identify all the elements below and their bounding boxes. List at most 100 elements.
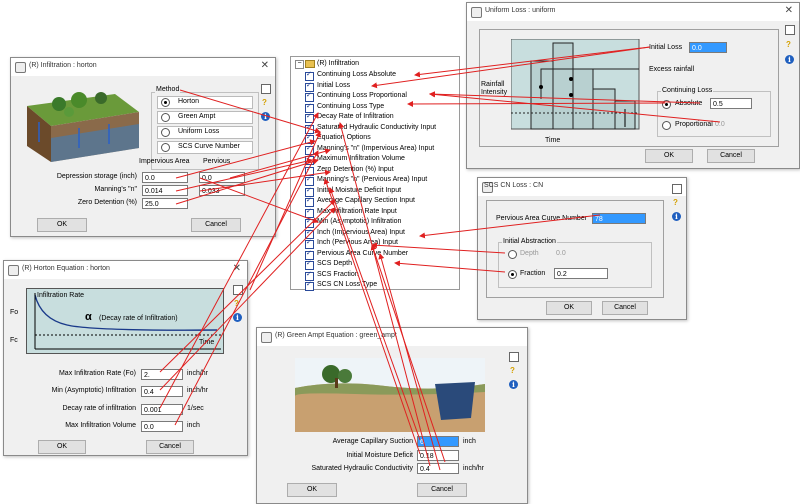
info-icon[interactable]: i bbox=[785, 55, 794, 64]
decay-rate-input[interactable]: 0.001 bbox=[141, 404, 183, 415]
tree-item[interactable]: Pervious Area Curve Number bbox=[317, 250, 408, 259]
proportional-radio[interactable] bbox=[662, 121, 671, 130]
method-scs-option[interactable]: SCS Curve Number bbox=[157, 141, 253, 154]
window-icon bbox=[8, 265, 19, 276]
field-label: Decay rate of infiltration bbox=[62, 405, 136, 412]
capillary-suction-input[interactable]: 6 bbox=[417, 436, 459, 447]
ok-button[interactable]: OK bbox=[287, 483, 337, 497]
absolute-value-input[interactable]: 0.5 bbox=[710, 98, 752, 109]
hydraulic-conductivity-input[interactable]: 0.4 bbox=[417, 463, 459, 474]
help-icon[interactable]: ? bbox=[786, 40, 791, 49]
impervious-column-header: Impervious Area bbox=[139, 158, 190, 165]
tree-item[interactable]: Continuing Loss Absolute bbox=[317, 71, 396, 80]
method-green-ampt-option[interactable]: Green Ampt bbox=[157, 111, 253, 124]
alpha-symbol: α bbox=[85, 311, 92, 323]
cancel-button[interactable]: Cancel bbox=[602, 301, 648, 315]
depth-radio[interactable] bbox=[508, 250, 517, 259]
zero-detention-input[interactable]: 25.0 bbox=[142, 198, 188, 209]
close-icon[interactable]: ✕ bbox=[233, 263, 241, 274]
window-icon bbox=[471, 7, 482, 18]
tree-item[interactable]: Max Infiltration Rate Input bbox=[317, 208, 397, 217]
tree-expand-icon[interactable]: − bbox=[295, 60, 304, 69]
close-icon[interactable]: ✕ bbox=[261, 60, 269, 71]
curve-number-input[interactable]: 78 bbox=[592, 213, 646, 224]
unit-label: inch/hr bbox=[187, 370, 209, 377]
manning-impervious-input[interactable]: 0.014 bbox=[142, 185, 188, 196]
tree-item[interactable]: Saturated Hydraulic Conductivity Input bbox=[317, 124, 436, 133]
fraction-radio[interactable] bbox=[508, 270, 517, 279]
manning-pervious-input[interactable]: 0.033 bbox=[199, 185, 245, 196]
tree-root-label[interactable]: (R) Infiltration bbox=[317, 60, 359, 69]
help-icon[interactable]: ? bbox=[262, 98, 267, 107]
info-icon[interactable]: i bbox=[672, 212, 681, 221]
depression-impervious-input[interactable]: 0.0 bbox=[142, 172, 188, 183]
depth-value: 0.0 bbox=[556, 250, 566, 257]
copy-icon[interactable] bbox=[785, 25, 795, 35]
ok-button[interactable]: OK bbox=[645, 149, 693, 163]
radio-button[interactable] bbox=[161, 128, 170, 137]
cancel-button[interactable]: Cancel bbox=[146, 440, 194, 454]
info-icon[interactable]: i bbox=[509, 380, 518, 389]
method-uniform-loss-option[interactable]: Uniform Loss bbox=[157, 126, 253, 139]
window-icon bbox=[15, 62, 26, 73]
tree-item[interactable]: Zero Detention (%) Input bbox=[317, 166, 394, 175]
fraction-input[interactable]: 0.2 bbox=[554, 268, 608, 279]
info-icon[interactable]: i bbox=[233, 313, 242, 322]
depression-pervious-input[interactable]: 0.0 bbox=[199, 172, 245, 183]
ok-button[interactable]: OK bbox=[38, 440, 86, 454]
cancel-button[interactable]: Cancel bbox=[707, 149, 755, 163]
tree-item[interactable]: Maximum Infiltration Volume bbox=[317, 155, 405, 164]
time-label: Time bbox=[545, 137, 561, 144]
cancel-button[interactable]: Cancel bbox=[417, 483, 467, 497]
radio-button[interactable] bbox=[161, 113, 170, 122]
window-title: Uniform Loss : uniform bbox=[485, 7, 556, 14]
copy-icon[interactable] bbox=[233, 285, 243, 295]
help-icon[interactable]: ? bbox=[673, 198, 678, 207]
moisture-deficit-input[interactable]: 0.18 bbox=[417, 450, 459, 461]
help-icon[interactable]: ? bbox=[234, 299, 239, 308]
radio-button[interactable] bbox=[161, 98, 170, 107]
tree-item[interactable]: Average Capillary Section Input bbox=[317, 197, 415, 206]
max-infiltration-volume-input[interactable]: 0.0 bbox=[141, 421, 183, 432]
copy-icon[interactable] bbox=[672, 184, 682, 194]
tree-item[interactable]: SCS Fraction bbox=[317, 271, 359, 280]
absolute-radio[interactable] bbox=[662, 100, 671, 109]
tree-item[interactable]: SCS CN Loss Type bbox=[317, 281, 377, 290]
initial-loss-input[interactable]: 0.0 bbox=[689, 42, 727, 53]
method-horton-option[interactable]: Horton bbox=[157, 96, 253, 109]
tree-item[interactable]: Equation Options bbox=[317, 134, 371, 143]
tree-checkbox[interactable] bbox=[305, 280, 314, 291]
excess-rainfall-label: Excess rainfall bbox=[649, 66, 695, 73]
field-label: Min (Asymptotic) Infiltration bbox=[51, 387, 136, 394]
copy-icon[interactable] bbox=[261, 84, 271, 94]
tree-item[interactable]: Manning's "n" (Impervious Area) Input bbox=[317, 145, 434, 154]
tree-item[interactable]: Continuing Loss Type bbox=[317, 103, 384, 112]
tree-item[interactable]: SCS Depth bbox=[317, 260, 352, 269]
min-infiltration-input[interactable]: 0.4 bbox=[141, 386, 183, 397]
tree-item[interactable]: Decay Rate of Infiltration bbox=[317, 113, 394, 122]
green-ampt-window: (R) Green Ampt Equation : green_ampt ? i… bbox=[256, 327, 528, 504]
info-icon[interactable]: i bbox=[261, 112, 270, 121]
help-icon[interactable]: ? bbox=[510, 366, 515, 375]
ok-button[interactable]: OK bbox=[546, 301, 592, 315]
tree-item[interactable]: Min (Asymptotic) Infiltration bbox=[317, 218, 401, 227]
proportional-label: Proportional bbox=[675, 121, 713, 128]
depression-storage-label: Depression storage (inch) bbox=[56, 173, 137, 180]
uniform-loss-window: Uniform Loss : uniform ✕ ? i Rainfall In… bbox=[466, 2, 800, 169]
title-bar: SCS CN Loss : CN bbox=[478, 178, 686, 196]
max-infiltration-rate-input[interactable]: 2. bbox=[141, 369, 183, 380]
tree-item[interactable]: Manning's "n" (Pervious Area) Input bbox=[317, 176, 427, 185]
radio-button[interactable] bbox=[161, 143, 170, 152]
tree-item[interactable]: Inch (Impervious Area) Input bbox=[317, 229, 405, 238]
title-bar: (R) Horton Equation : horton ✕ bbox=[4, 261, 247, 279]
cancel-button[interactable]: Cancel bbox=[191, 218, 241, 232]
copy-icon[interactable] bbox=[509, 352, 519, 362]
tree-item[interactable]: Inch (Pervious Area) Input bbox=[317, 239, 398, 248]
tree-item[interactable]: Initial Loss bbox=[317, 82, 350, 91]
soil-profile-illustration bbox=[295, 358, 485, 432]
tree-item[interactable]: Continuing Loss Proportional bbox=[317, 92, 407, 101]
ok-button[interactable]: OK bbox=[37, 218, 87, 232]
close-icon[interactable]: ✕ bbox=[785, 5, 793, 16]
tree-item[interactable]: Initial Moisture Deficit Input bbox=[317, 187, 401, 196]
title-bar: (R) Infiltration : horton ✕ bbox=[11, 58, 275, 76]
